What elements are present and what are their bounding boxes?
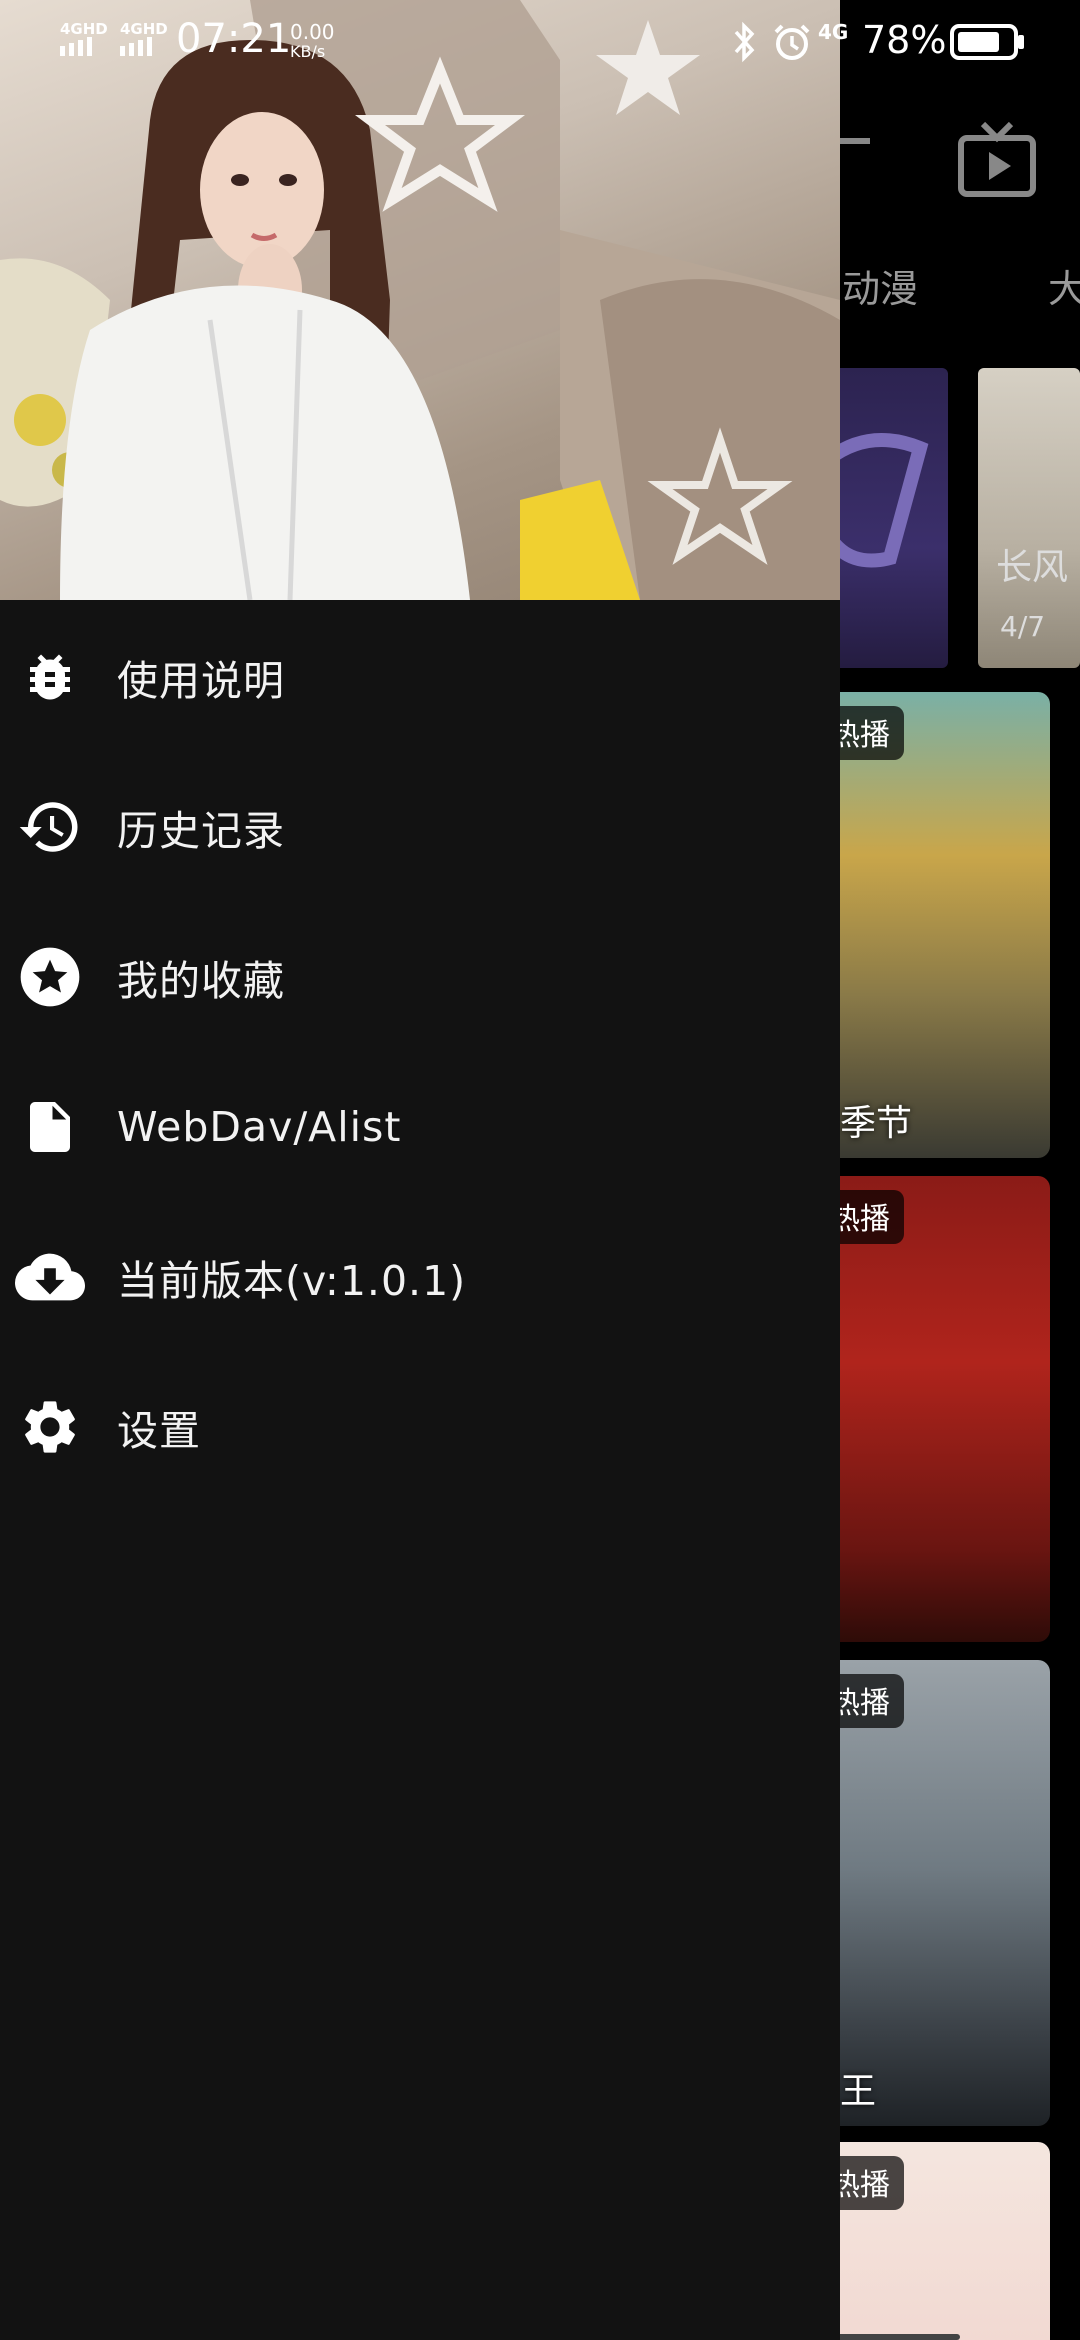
bug-icon [15, 642, 85, 712]
banner-slide-next[interactable]: 长风 4/7 [978, 368, 1080, 668]
poster-title: 王 [840, 2071, 877, 2112]
tab-anime[interactable]: 动漫 [842, 258, 918, 313]
menu-label: 设置 [117, 1407, 201, 1455]
poster-card[interactable]: 热播 王 [810, 1660, 1050, 2126]
poster-card[interactable]: 热播 [810, 2142, 1050, 2340]
poster-title: 季节 [840, 1103, 913, 1144]
file-icon [15, 1092, 85, 1162]
menu-label: 使用说明 [117, 657, 285, 705]
status-bar: 4GHD 4GHD 07:21 0.00 KB/s 4G 78% [0, 0, 1080, 84]
menu-item-history[interactable]: 历史记录 [0, 752, 840, 902]
navigation-drawer: 使用说明 历史记录 我的收藏 WebDav/Alist 当前版本(v:1.0.1… [0, 0, 840, 2340]
clock: 07:21 [176, 16, 292, 62]
menu-item-version[interactable]: 当前版本(v:1.0.1) [0, 1202, 840, 1352]
battery-percent: 78% [862, 18, 947, 62]
menu-item-settings[interactable]: 设置 [0, 1352, 840, 1502]
network-4g: 4G [818, 20, 849, 44]
tab-next[interactable]: 大 [1048, 258, 1080, 313]
menu-label: WebDav/Alist [117, 1103, 402, 1151]
net-speed-unit: KB/s [290, 42, 326, 61]
bluetooth-icon [730, 20, 758, 68]
battery-icon [950, 24, 1026, 64]
alarm-icon [770, 20, 814, 68]
tv-icon[interactable] [955, 118, 1039, 202]
menu-label: 我的收藏 [117, 957, 285, 1005]
net-speed-value: 0.00 [290, 20, 335, 44]
history-icon [15, 792, 85, 862]
gear-icon [15, 1392, 85, 1462]
signal-sim1: 4GHD [58, 20, 108, 60]
menu-label: 历史记录 [117, 807, 285, 855]
banner-counter: 4/7 [1000, 610, 1046, 643]
menu-item-webdav[interactable]: WebDav/Alist [0, 1052, 840, 1202]
menu-item-instructions[interactable]: 使用说明 [0, 602, 840, 752]
menu-label: 当前版本(v:1.0.1) [117, 1257, 467, 1305]
poster-card[interactable]: 热播 [810, 1176, 1050, 1642]
star-icon [15, 942, 85, 1012]
poster-card[interactable]: 热播 季节 [810, 692, 1050, 1158]
signal-sim2: 4GHD [118, 20, 168, 60]
cloud-download-icon [15, 1242, 85, 1312]
drawer-header-image [0, 0, 840, 600]
banner-title: 长风 [996, 547, 1069, 588]
menu-item-favorites[interactable]: 我的收藏 [0, 902, 840, 1052]
